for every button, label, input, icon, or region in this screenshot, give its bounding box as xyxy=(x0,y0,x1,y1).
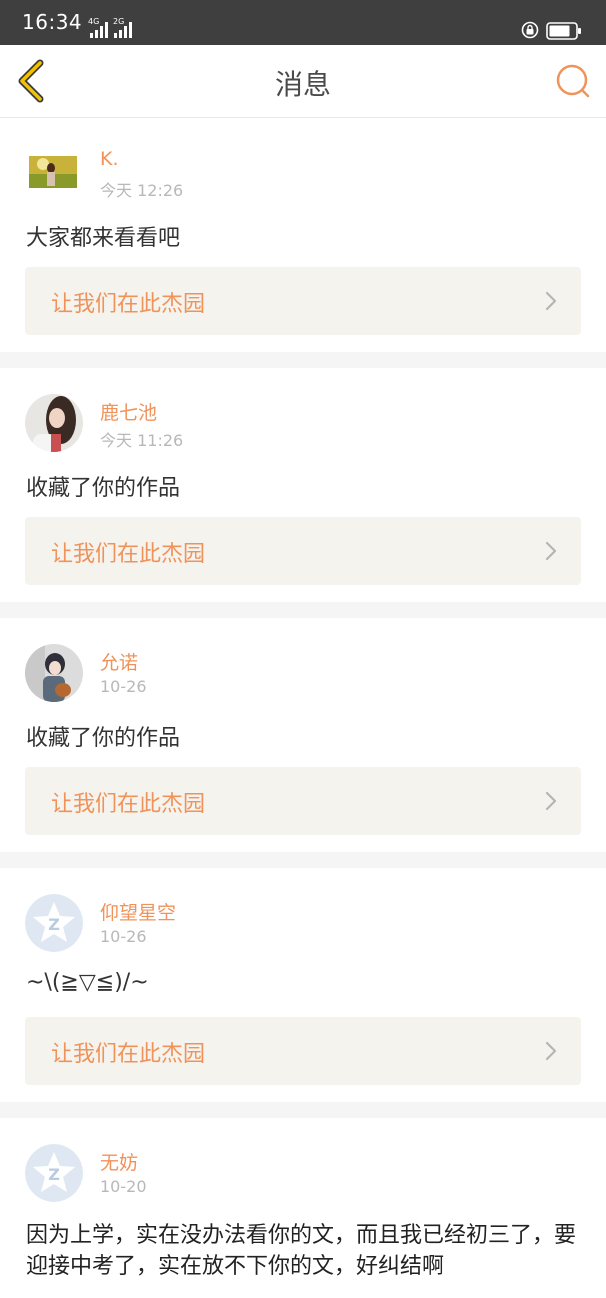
message-time: 10-26 xyxy=(100,927,147,946)
divider xyxy=(0,1102,606,1118)
signal-icon-2 xyxy=(114,22,132,38)
message-time: 10-20 xyxy=(100,1177,147,1196)
chevron-right-icon xyxy=(545,791,557,811)
svg-text:Z: Z xyxy=(48,1165,60,1184)
sender-name[interactable]: 鹿七池 xyxy=(100,398,157,425)
message-content: 收藏了你的作品 xyxy=(26,476,181,501)
work-link[interactable]: 让我们在此杰园 xyxy=(25,767,581,835)
sender-name[interactable]: 仰望星空 xyxy=(100,898,176,925)
chevron-right-icon xyxy=(545,541,557,561)
message-card[interactable]: Z 仰望星空 10-26 ~\(≧▽≦)/~ 让我们在此杰园 xyxy=(0,868,606,1102)
message-content: 大家都来看看吧 xyxy=(26,226,181,251)
work-link-title: 让我们在此杰园 xyxy=(51,292,206,317)
rotation-lock-icon xyxy=(521,21,539,39)
message-time: 今天 11:26 xyxy=(100,431,184,450)
work-link[interactable]: 让我们在此杰园 xyxy=(25,1017,581,1085)
svg-text:Z: Z xyxy=(48,915,60,934)
message-card[interactable]: K. 今天 12:26 大家都来看看吧 让我们在此杰园 xyxy=(0,118,606,352)
work-link-title: 让我们在此杰园 xyxy=(51,1042,206,1067)
avatar[interactable]: Z xyxy=(25,894,83,952)
default-avatar-icon: Z xyxy=(25,1144,83,1202)
sender-name[interactable]: 允诺 xyxy=(100,648,138,675)
message-list: K. 今天 12:26 大家都来看看吧 让我们在此杰园 鹿七池 今天 11:26… xyxy=(0,118,606,1298)
work-link-title: 让我们在此杰园 xyxy=(51,542,206,567)
work-link-title: 让我们在此杰园 xyxy=(51,792,206,817)
message-card[interactable]: Z 无妨 10-20 因为上学，实在没办法看你的文，而且我已经初三了，要迎接中考… xyxy=(0,1118,606,1298)
message-content: 收藏了你的作品 xyxy=(26,726,181,751)
avatar[interactable]: Z xyxy=(25,1144,83,1202)
avatar[interactable] xyxy=(25,394,83,452)
status-time: 16:34 xyxy=(22,10,83,34)
divider xyxy=(0,602,606,618)
divider xyxy=(0,852,606,868)
search-button[interactable] xyxy=(555,63,591,99)
top-app-bar: 消息 xyxy=(0,45,606,118)
signal-icon xyxy=(90,22,108,38)
divider xyxy=(0,352,606,368)
message-time: 10-26 xyxy=(100,677,147,696)
work-link[interactable]: 让我们在此杰园 xyxy=(25,517,581,585)
avatar[interactable] xyxy=(29,156,77,188)
message-content: ~\(≧▽≦)/~ xyxy=(26,970,149,995)
status-bar: 16:34 4G 2G xyxy=(0,0,606,45)
default-avatar-icon: Z xyxy=(25,894,83,952)
message-time: 今天 12:26 xyxy=(100,181,184,200)
chevron-right-icon xyxy=(545,1041,557,1061)
avatar[interactable] xyxy=(25,644,83,702)
message-content: 因为上学，实在没办法看你的文，而且我已经初三了，要迎接中考了，实在放不下你的文，… xyxy=(26,1223,577,1279)
battery-icon xyxy=(546,22,581,40)
search-icon xyxy=(556,64,590,98)
chevron-right-icon xyxy=(545,291,557,311)
work-link[interactable]: 让我们在此杰园 xyxy=(25,267,581,335)
message-card[interactable]: 允诺 10-26 收藏了你的作品 让我们在此杰园 xyxy=(0,618,606,852)
page-title: 消息 xyxy=(274,68,331,101)
sender-name[interactable]: K. xyxy=(100,148,119,170)
sender-name[interactable]: 无妨 xyxy=(100,1148,138,1175)
message-card[interactable]: 鹿七池 今天 11:26 收藏了你的作品 让我们在此杰园 xyxy=(0,368,606,602)
